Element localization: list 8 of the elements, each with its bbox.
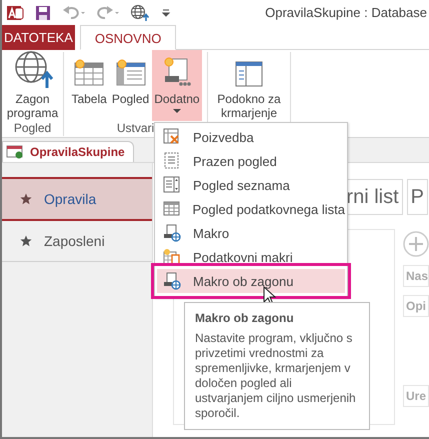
field-label: Nas (403, 265, 429, 287)
tooltip-text: Nastavite program, vključno s privzetimi vrednostmi za spremenljivke, krmarjenjem v določen pogled ali ustvarjanjem ciljno usmerjenih sporočil. (195, 331, 357, 421)
field-label: Opi (403, 295, 429, 317)
group-label: Ustvari (116, 121, 156, 136)
field-label: Ure (403, 385, 429, 407)
group-label: Pogled (12, 121, 52, 136)
tooltip-title: Makro ob zagonu (195, 311, 295, 325)
window-title: OpravilaSkupine : Database (265, 5, 428, 20)
